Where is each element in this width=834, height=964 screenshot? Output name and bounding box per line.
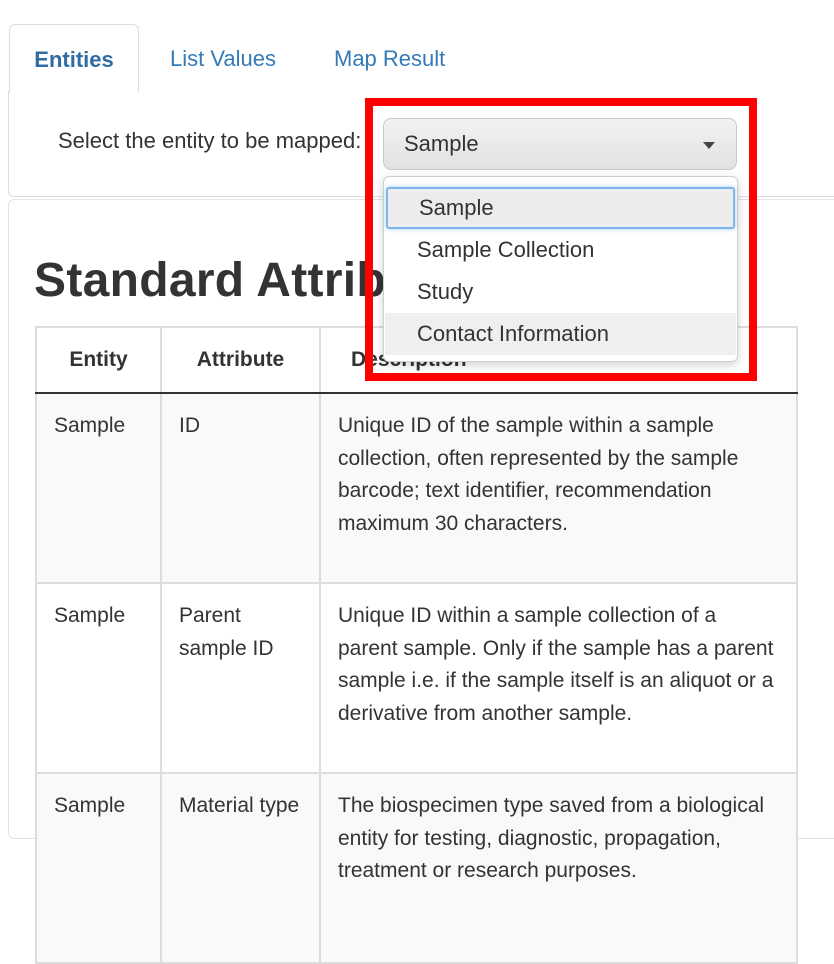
table-row: Sample Material type The biospecimen typ…	[35, 772, 798, 964]
cell-attribute: Material type	[160, 772, 321, 964]
cell-description: Unique ID within a sample collection of …	[319, 582, 798, 774]
entity-select-label: Select the entity to be mapped:	[58, 128, 362, 153]
cell-description: The biospecimen type saved from a biolog…	[319, 772, 798, 964]
table-row: Sample Parent sample ID Unique ID within…	[35, 582, 798, 774]
dropdown-option-study[interactable]: Study	[385, 271, 736, 313]
cell-attribute: ID	[160, 392, 321, 584]
column-header-attribute: Attribute	[160, 326, 321, 394]
caret-down-icon[interactable]	[703, 142, 715, 149]
cell-entity: Sample	[35, 392, 162, 584]
cell-entity: Sample	[35, 582, 162, 774]
attributes-table: Entity Attribute Description Sample ID U…	[35, 326, 798, 964]
entity-dropdown-menu: Sample Sample Collection Study Contact I…	[383, 176, 738, 362]
tab-map-result[interactable]: Map Result	[334, 24, 445, 92]
table-row: Sample ID Unique ID of the sample within…	[35, 392, 798, 584]
dropdown-option-sample-collection[interactable]: Sample Collection	[385, 229, 736, 271]
dropdown-option-sample[interactable]: Sample	[386, 187, 735, 229]
entity-select-value[interactable]: Sample	[404, 131, 479, 157]
dropdown-option-contact-information[interactable]: Contact Information	[385, 313, 736, 355]
tab-entities[interactable]: Entities	[9, 24, 139, 93]
cell-attribute: Parent sample ID	[160, 582, 321, 774]
cell-description: Unique ID of the sample within a sample …	[319, 392, 798, 584]
cell-entity: Sample	[35, 772, 162, 964]
column-header-entity: Entity	[35, 326, 162, 394]
tab-list-values[interactable]: List Values	[170, 24, 276, 92]
